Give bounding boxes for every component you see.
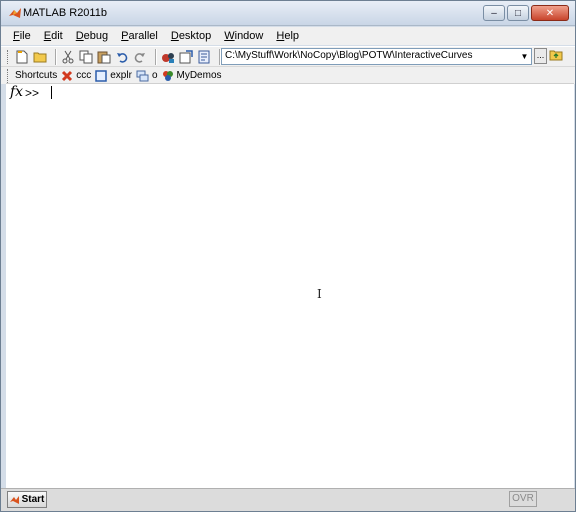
cut-icon[interactable] bbox=[61, 50, 75, 64]
menu-debug[interactable]: Debug bbox=[70, 30, 114, 42]
command-prompt: >> bbox=[25, 86, 40, 100]
menu-bar: File Edit Debug Parallel Desktop Window … bbox=[1, 27, 575, 45]
maximize-button[interactable]: □ bbox=[507, 5, 529, 21]
toolbar-separator bbox=[55, 49, 57, 65]
simulink-icon[interactable] bbox=[161, 50, 175, 64]
menu-edit[interactable]: Edit bbox=[38, 30, 69, 42]
minimize-button[interactable]: – bbox=[483, 5, 505, 21]
shortcut-explr[interactable]: explr bbox=[95, 69, 132, 82]
new-file-icon[interactable] bbox=[15, 50, 29, 64]
ibeam-cursor-icon: I bbox=[317, 287, 322, 301]
command-window[interactable]: fx >> I bbox=[6, 83, 574, 488]
menu-help[interactable]: Help bbox=[270, 30, 305, 42]
shortcut-mydemos-label: MyDemos bbox=[176, 70, 222, 81]
shortcut-ccc-label: ccc bbox=[76, 70, 92, 81]
window-icon bbox=[95, 69, 107, 82]
shortcut-o-label: o bbox=[151, 70, 158, 81]
toolbar-grip[interactable] bbox=[7, 68, 11, 83]
shortcut-mydemos[interactable]: MyDemos bbox=[162, 70, 222, 82]
start-button[interactable]: Start bbox=[7, 491, 47, 508]
window-controls: – □ ✕ bbox=[483, 5, 569, 21]
close-button[interactable]: ✕ bbox=[531, 5, 569, 21]
profiler-icon[interactable] bbox=[197, 50, 211, 64]
redo-icon[interactable] bbox=[133, 50, 147, 64]
shortcut-explr-label: explr bbox=[110, 70, 132, 81]
shortcuts-label: Shortcuts bbox=[15, 70, 58, 81]
shortcut-o[interactable]: o bbox=[136, 70, 158, 82]
menu-parallel[interactable]: Parallel bbox=[115, 30, 164, 42]
current-folder-field[interactable]: C:\MyStuff\Work\NoCopy\Blog\POTW\Interac… bbox=[221, 48, 532, 65]
title-bar[interactable]: MATLAB R2011b – □ ✕ bbox=[1, 1, 575, 26]
toolbar-grip[interactable] bbox=[7, 50, 11, 64]
windows-icon bbox=[136, 70, 149, 81]
menu-window[interactable]: Window bbox=[218, 30, 269, 42]
overwrite-indicator: OVR bbox=[509, 491, 537, 507]
menu-file[interactable]: File bbox=[7, 30, 37, 42]
toolbar-separator bbox=[155, 49, 157, 65]
function-browser-icon[interactable]: fx bbox=[10, 84, 23, 100]
red-x-icon bbox=[62, 70, 73, 81]
browse-folder-button[interactable]: ... bbox=[534, 48, 547, 64]
menu-desktop[interactable]: Desktop bbox=[165, 30, 217, 42]
guide-icon[interactable] bbox=[179, 50, 193, 64]
copy-icon[interactable] bbox=[79, 50, 93, 64]
up-folder-icon[interactable] bbox=[549, 48, 563, 62]
current-folder-path: C:\MyStuff\Work\NoCopy\Blog\POTW\Interac… bbox=[225, 50, 473, 61]
text-cursor bbox=[51, 86, 52, 99]
window-title: MATLAB R2011b bbox=[23, 7, 107, 19]
matlab-logo-icon bbox=[9, 8, 21, 18]
matlab-logo-icon bbox=[9, 495, 19, 504]
paste-icon[interactable] bbox=[97, 50, 111, 64]
matlab-window: MATLAB R2011b – □ ✕ File Edit Debug Para… bbox=[0, 0, 576, 512]
open-folder-icon[interactable] bbox=[33, 50, 47, 64]
shortcut-ccc[interactable]: ccc bbox=[61, 70, 91, 82]
shapes-icon bbox=[162, 70, 173, 81]
chevron-down-icon[interactable]: ▼ bbox=[518, 49, 531, 64]
undo-icon[interactable] bbox=[115, 50, 129, 64]
start-button-label: Start bbox=[21, 494, 45, 505]
status-bar: Start OVR bbox=[1, 488, 575, 511]
shortcuts-toolbar: Shortcuts ccc explr o MyDemos bbox=[1, 66, 575, 84]
